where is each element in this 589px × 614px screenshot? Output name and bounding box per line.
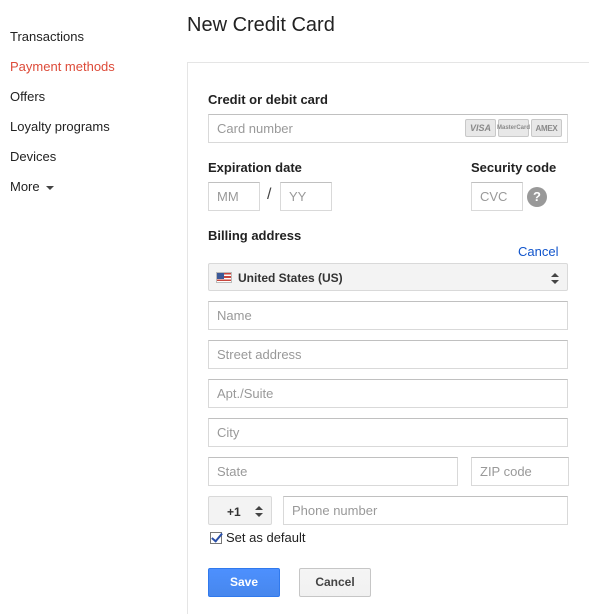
- expiration-month-input[interactable]: [208, 182, 260, 211]
- sidebar-item-more[interactable]: More: [10, 179, 54, 194]
- cvc-input[interactable]: [471, 182, 523, 211]
- cancel-address-link[interactable]: Cancel: [518, 244, 558, 259]
- updown-arrows-icon: [255, 506, 263, 517]
- mastercard-logo-icon: MasterCard: [497, 119, 530, 137]
- sidebar-item-offers[interactable]: Offers: [10, 89, 45, 104]
- card-label: Credit or debit card: [208, 92, 328, 107]
- phone-country-code-select[interactable]: +1: [208, 496, 272, 525]
- apt-suite-input[interactable]: [208, 379, 568, 408]
- date-separator: /: [267, 186, 272, 203]
- city-input[interactable]: [208, 418, 568, 447]
- name-input[interactable]: [208, 301, 568, 330]
- set-default-row: Set as default: [210, 530, 306, 545]
- expiration-label: Expiration date: [208, 160, 302, 175]
- country-value: United States (US): [238, 271, 343, 285]
- security-code-label: Security code: [471, 160, 557, 175]
- updown-arrows-icon: [551, 273, 559, 284]
- state-input[interactable]: [208, 457, 458, 486]
- visa-logo-icon: VISA: [465, 119, 496, 137]
- cancel-button[interactable]: Cancel: [299, 568, 371, 597]
- amex-logo-icon: AMEX: [531, 119, 562, 137]
- set-default-checkbox[interactable]: [210, 531, 222, 544]
- set-default-label: Set as default: [226, 530, 306, 545]
- phone-code-value: +1: [227, 505, 241, 519]
- card-logos: VISA MasterCard AMEX: [465, 119, 562, 137]
- sidebar-item-transactions[interactable]: Transactions: [10, 29, 84, 44]
- street-address-input[interactable]: [208, 340, 568, 369]
- expiration-year-input[interactable]: [280, 182, 332, 211]
- help-icon[interactable]: ?: [527, 187, 547, 207]
- credit-card-form: Credit or debit card VISA MasterCard AME…: [187, 62, 589, 614]
- sidebar-item-more-label: More: [10, 179, 40, 194]
- phone-number-input[interactable]: [283, 496, 568, 525]
- card-number-wrapper: VISA MasterCard AMEX: [208, 114, 568, 143]
- zip-code-input[interactable]: [471, 457, 569, 486]
- country-select[interactable]: United States (US): [208, 263, 568, 291]
- save-button[interactable]: Save: [208, 568, 280, 597]
- us-flag-icon: [216, 272, 232, 283]
- caret-down-icon: [45, 185, 54, 190]
- sidebar-item-loyalty-programs[interactable]: Loyalty programs: [10, 119, 110, 134]
- sidebar-item-payment-methods[interactable]: Payment methods: [10, 59, 115, 74]
- sidebar-item-devices[interactable]: Devices: [10, 149, 56, 164]
- billing-address-label: Billing address: [208, 228, 302, 243]
- page-title: New Credit Card: [187, 14, 335, 36]
